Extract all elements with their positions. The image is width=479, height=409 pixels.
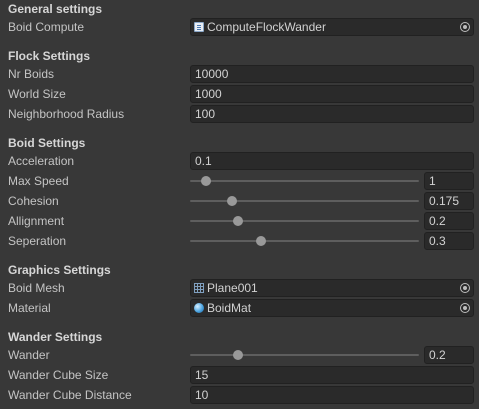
nr-boids-input[interactable]: 10000 <box>190 65 474 83</box>
slider-track[interactable] <box>190 180 419 182</box>
slider-thumb[interactable] <box>227 196 238 206</box>
wander-slider[interactable]: 0.2 <box>190 346 474 364</box>
material-value: BoidMat <box>207 301 252 315</box>
mesh-icon <box>194 283 204 293</box>
section-header-graphics: Graphics Settings <box>8 263 111 277</box>
material-field[interactable]: BoidMat <box>190 299 474 317</box>
slider-thumb[interactable] <box>233 216 244 226</box>
cohesion-input[interactable]: 0.175 <box>424 192 474 210</box>
slider-track[interactable] <box>190 200 419 202</box>
acceleration-label: Acceleration <box>8 154 75 168</box>
cohesion-label: Cohesion <box>8 194 59 208</box>
material-icon <box>194 303 204 313</box>
wander-cube-distance-input[interactable]: 10 <box>190 386 474 404</box>
slider-thumb[interactable] <box>233 350 244 360</box>
seperation-slider[interactable]: 0.3 <box>190 232 474 250</box>
slider-thumb[interactable] <box>255 236 266 246</box>
cohesion-slider[interactable]: 0.175 <box>190 192 474 210</box>
boid-mesh-label: Boid Mesh <box>8 281 65 295</box>
material-label: Material <box>8 301 51 315</box>
nr-boids-label: Nr Boids <box>8 67 55 81</box>
max-speed-slider[interactable]: 1 <box>190 172 474 190</box>
section-header-flock: Flock Settings <box>8 49 91 63</box>
boid-compute-value: ComputeFlockWander <box>207 20 326 34</box>
slider-thumb[interactable] <box>201 176 212 186</box>
slider-track[interactable] <box>190 354 419 356</box>
wander-cube-size-label: Wander Cube Size <box>8 368 109 382</box>
max-speed-label: Max Speed <box>8 174 69 188</box>
world-size-input[interactable]: 1000 <box>190 85 474 103</box>
wander-input[interactable]: 0.2 <box>424 346 474 364</box>
neighborhood-radius-label: Neighborhood Radius <box>8 107 125 121</box>
wander-label: Wander <box>8 348 50 362</box>
object-picker-icon[interactable] <box>460 283 470 293</box>
object-picker-icon[interactable] <box>460 303 470 313</box>
section-header-boid: Boid Settings <box>8 136 86 150</box>
world-size-label: World Size <box>8 87 66 101</box>
allignment-label: Allignment <box>8 214 65 228</box>
seperation-label: Seperation <box>8 234 67 248</box>
wander-cube-distance-label: Wander Cube Distance <box>8 388 132 402</box>
allignment-slider[interactable]: 0.2 <box>190 212 474 230</box>
boid-mesh-field[interactable]: Plane001 <box>190 279 474 297</box>
neighborhood-radius-input[interactable]: 100 <box>190 105 474 123</box>
section-header-general: General settings <box>8 2 103 16</box>
boid-compute-field[interactable]: ComputeFlockWander <box>190 18 474 36</box>
wander-cube-size-input[interactable]: 15 <box>190 366 474 384</box>
slider-track[interactable] <box>190 220 419 222</box>
script-icon <box>194 22 204 32</box>
boid-compute-label: Boid Compute <box>8 20 85 34</box>
max-speed-input[interactable]: 1 <box>424 172 474 190</box>
slider-track[interactable] <box>190 240 419 242</box>
object-picker-icon[interactable] <box>460 22 470 32</box>
boid-mesh-value: Plane001 <box>207 281 258 295</box>
section-header-wander: Wander Settings <box>8 330 103 344</box>
allignment-input[interactable]: 0.2 <box>424 212 474 230</box>
seperation-input[interactable]: 0.3 <box>424 232 474 250</box>
acceleration-input[interactable]: 0.1 <box>190 152 474 170</box>
